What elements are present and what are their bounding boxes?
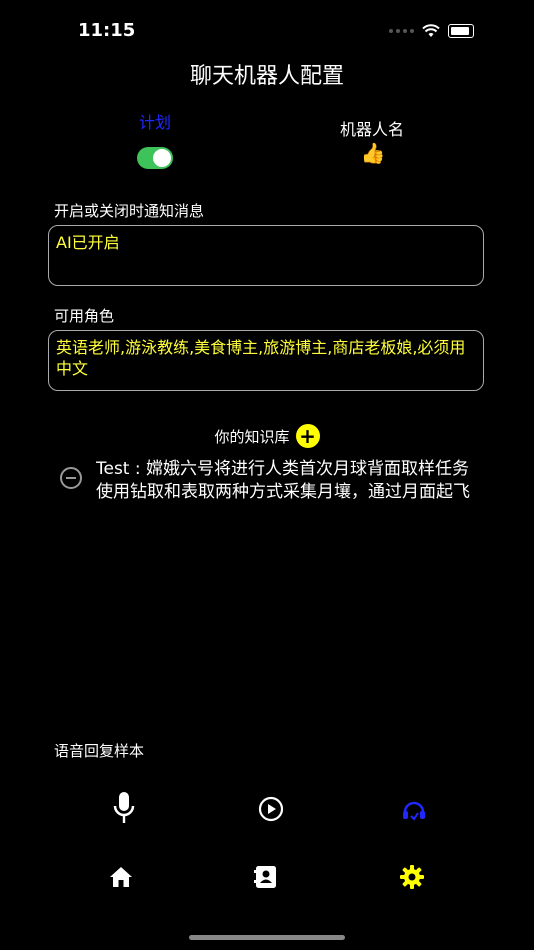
voice-label: 语音回复样本 [54, 742, 145, 760]
roles-label: 可用角色 [54, 307, 115, 325]
play-icon[interactable] [257, 795, 285, 823]
home-indicator[interactable] [189, 935, 345, 940]
status-icons [389, 24, 474, 38]
battery-icon [448, 24, 474, 38]
signal-dots-icon [389, 29, 414, 33]
microphone-icon[interactable] [108, 790, 140, 826]
knowledge-label: 你的知识库 [214, 427, 290, 446]
settings-gear-icon[interactable] [398, 863, 426, 891]
notify-label: 开启或关闭时通知消息 [54, 202, 205, 220]
page-title: 聊天机器人配置 [189, 64, 344, 89]
plan-toggle[interactable] [137, 147, 173, 169]
bot-name-emoji[interactable]: 👍 [355, 141, 391, 165]
notify-field[interactable]: AI已开启 [48, 225, 484, 286]
roles-field[interactable]: 英语老师,游泳教练,美食博主,旅游博主,商店老板娘,必须用中文 [48, 330, 484, 391]
wifi-icon [422, 24, 440, 37]
contacts-icon[interactable] [252, 862, 280, 892]
toggle-knob [153, 149, 171, 167]
add-knowledge-icon[interactable]: + [295, 424, 320, 448]
bot-name-label: 机器人名 [339, 120, 404, 139]
remove-knowledge-icon[interactable] [60, 467, 82, 489]
knowledge-item-text: Test : 嫦娥六号将进行人类首次月球背面取样任务使用钻取和表取两种方式采集月… [96, 459, 470, 502]
headset-icon[interactable] [399, 794, 429, 824]
knowledge-header: 你的知识库 + [0, 424, 534, 448]
status-time: 11:15 [78, 20, 136, 41]
home-icon[interactable] [107, 864, 135, 890]
plan-label: 计划 [138, 113, 171, 132]
knowledge-item[interactable]: Test : 嫦娥六号将进行人类首次月球背面取样任务使用钻取和表取两种方式采集月… [96, 458, 484, 504]
